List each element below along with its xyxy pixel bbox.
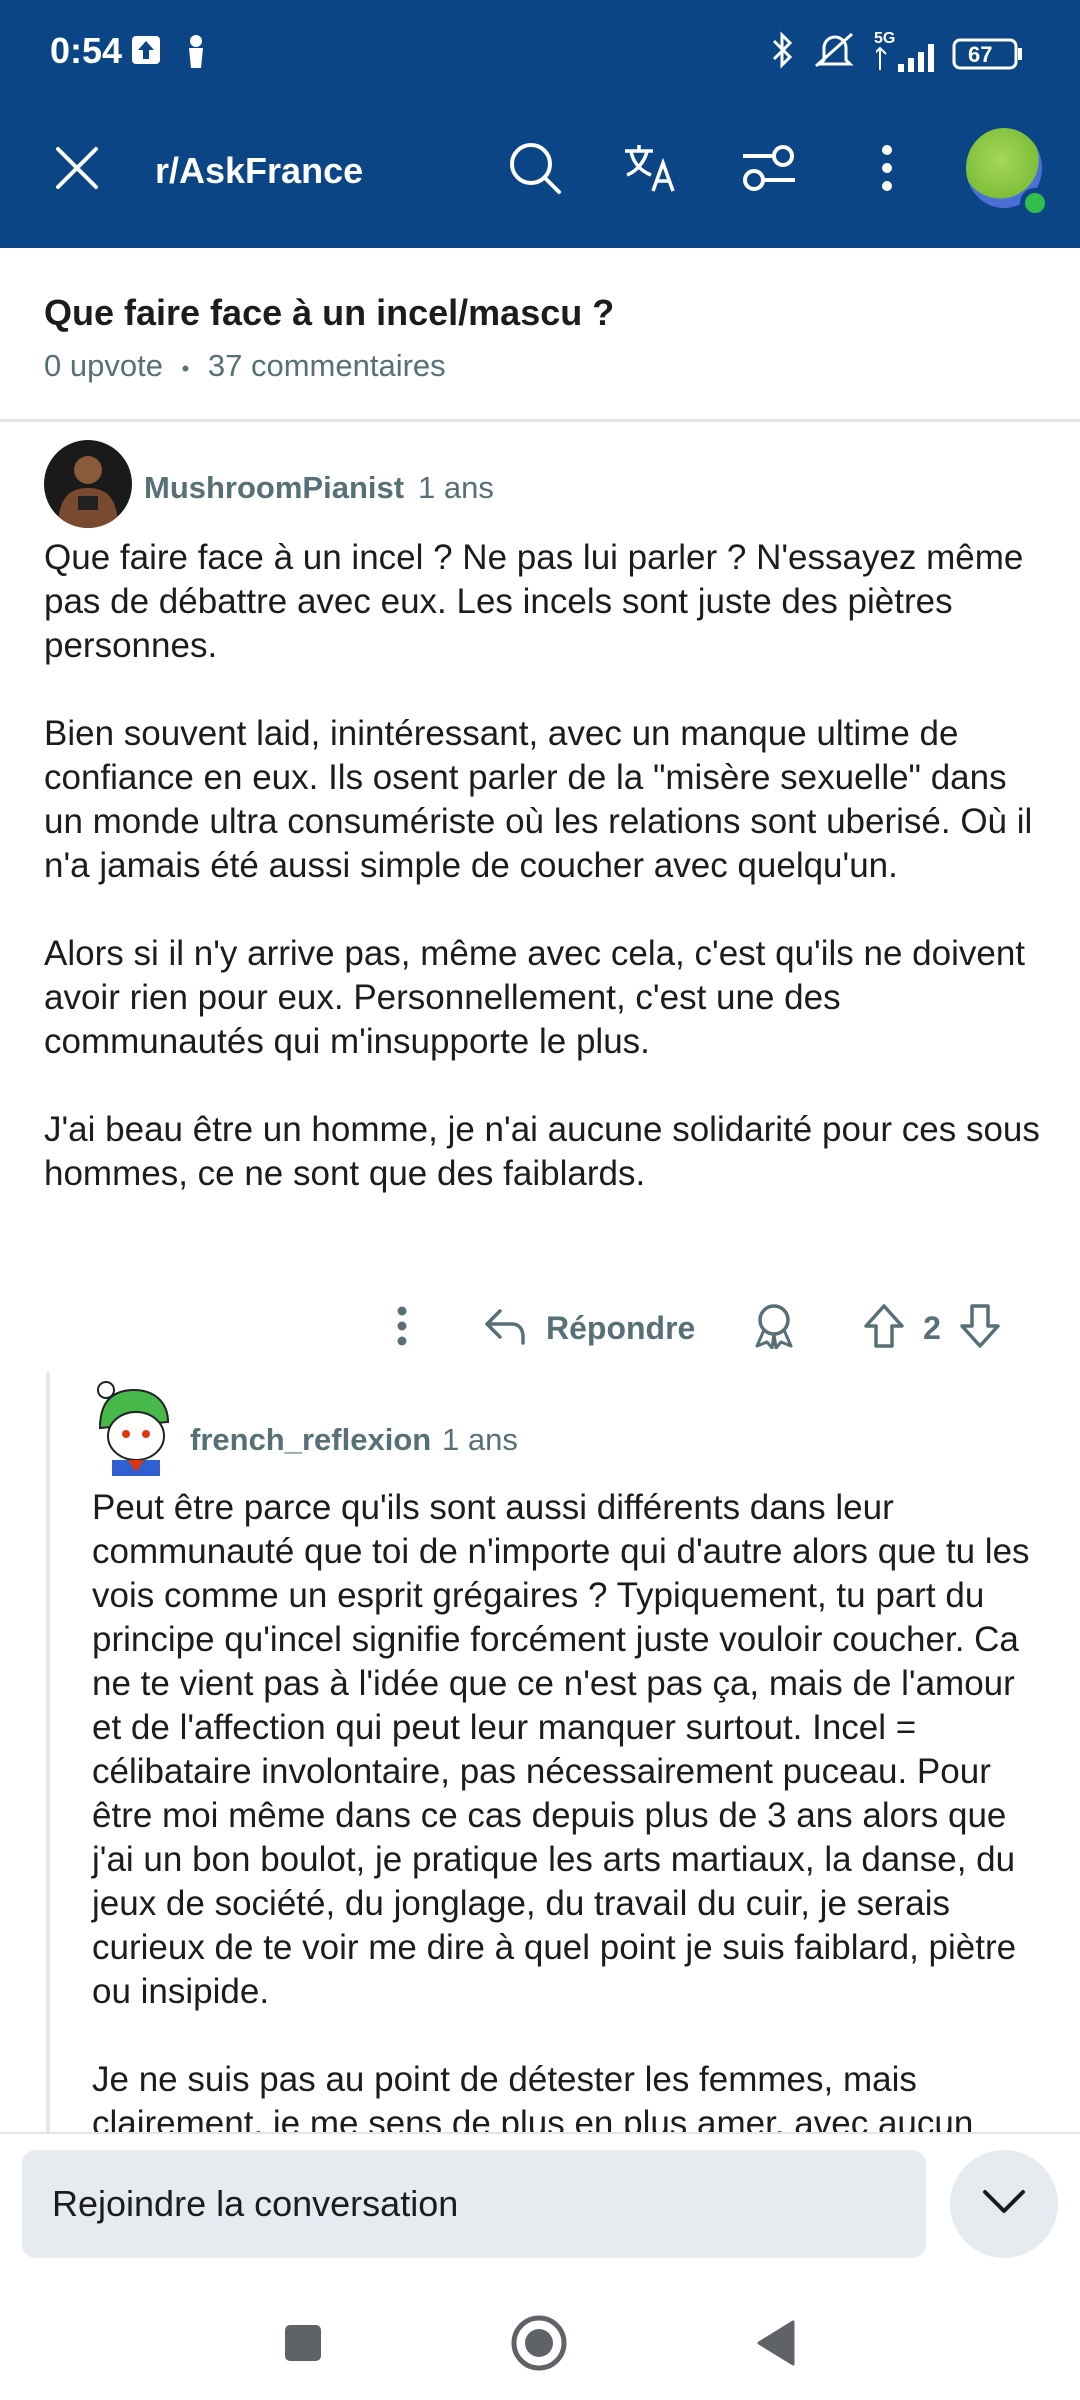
upvote-count: 0 upvote	[44, 348, 163, 383]
arrow-up-icon	[863, 1303, 905, 1354]
post-meta: 0 upvote • 37 commentaires	[44, 348, 446, 384]
toolbar: r/AskFrance	[0, 120, 1080, 230]
join-conversation-input[interactable]: Rejoindre la conversation	[22, 2150, 926, 2258]
translate-icon	[623, 143, 679, 198]
status-bar: 0:54 5G 67	[0, 0, 1080, 110]
square-icon	[283, 2323, 323, 2368]
recent-apps-button[interactable]	[258, 2300, 348, 2390]
downvote-button[interactable]	[950, 1290, 1010, 1366]
app-bar: 0:54 5G 67 r/AskFrance	[0, 0, 1080, 248]
back-button[interactable]	[730, 2300, 820, 2390]
comment-paragraph: Alors si il n'y arrive pas, même avec ce…	[44, 934, 1026, 1061]
search-button[interactable]	[490, 120, 580, 220]
comment-age: 1 ans	[442, 1422, 518, 1457]
comment-author[interactable]: MushroomPianist	[144, 470, 404, 506]
comment: french_reflexion 1 ans Peut être parce q…	[0, 1372, 1080, 2132]
reply-button[interactable]: Répondre	[484, 1290, 704, 1366]
close-icon	[54, 145, 100, 196]
signal-icon	[873, 44, 942, 77]
upvote-button[interactable]	[854, 1290, 914, 1366]
silent-icon	[812, 30, 858, 75]
award-button[interactable]	[744, 1290, 804, 1366]
subreddit-name[interactable]: r/AskFrance	[155, 150, 363, 192]
comment-more-button[interactable]	[372, 1290, 432, 1366]
filter-icon	[741, 144, 797, 197]
search-icon	[508, 141, 562, 200]
home-button[interactable]	[494, 2300, 584, 2390]
comment-age: 1 ans	[418, 470, 494, 505]
arrow-down-icon	[959, 1303, 1001, 1354]
comment-paragraph: J'ai beau être un homme, je n'ai aucune …	[44, 1110, 1040, 1193]
battery-level: 67	[968, 42, 993, 67]
avatar[interactable]	[92, 1376, 172, 1476]
composer-bar: Rejoindre la conversation	[0, 2132, 1080, 2292]
status-time: 0:54	[50, 30, 123, 71]
comment-body: Peut être parce qu'ils sont aussi différ…	[92, 1486, 1042, 2132]
meta-separator: •	[181, 356, 190, 381]
system-nav-bar	[0, 2292, 1080, 2400]
comment-author[interactable]: french_reflexion	[190, 1422, 431, 1458]
translate-button[interactable]	[606, 120, 696, 220]
back-triangle-icon	[755, 2320, 795, 2371]
filter-button[interactable]	[724, 120, 814, 220]
comment-body: Que faire face à un incel ? Ne pas lui p…	[44, 536, 1044, 1240]
comment-count: 37 commentaires	[207, 348, 446, 383]
bluetooth-icon	[770, 30, 796, 75]
reply-icon	[484, 1307, 526, 1350]
comment-paragraph: Bien souvent laid, inintéressant, avec u…	[44, 714, 1033, 885]
comment-paragraph: Peut être parce qu'ils sont aussi différ…	[92, 1488, 1030, 2011]
more-vertical-icon	[396, 1305, 408, 1352]
close-button[interactable]	[32, 120, 122, 220]
online-status-dot	[1020, 188, 1050, 218]
post-title[interactable]: Que faire face à un incel/mascu ?	[44, 292, 614, 334]
home-circle-icon	[509, 2313, 569, 2378]
post-header: Que faire face à un incel/mascu ? 0 upvo…	[0, 248, 1080, 422]
more-vertical-icon	[880, 143, 894, 198]
upload-notification-icon	[130, 34, 162, 71]
comment-actions: Répondre 2	[0, 1290, 1080, 1370]
comment-paragraph: Que faire face à un incel ? Ne pas lui p…	[44, 538, 1024, 665]
more-options-button[interactable]	[842, 120, 932, 220]
avatar[interactable]	[44, 440, 132, 528]
vote-score: 2	[923, 1309, 941, 1346]
person-notification-icon	[184, 34, 208, 73]
reply-label: Répondre	[546, 1309, 696, 1346]
collapse-button[interactable]	[950, 2150, 1058, 2258]
chevron-down-icon	[982, 2189, 1026, 2220]
comment-paragraph: Je ne suis pas au point de détester les …	[92, 2060, 974, 2132]
award-icon	[753, 1303, 795, 1354]
